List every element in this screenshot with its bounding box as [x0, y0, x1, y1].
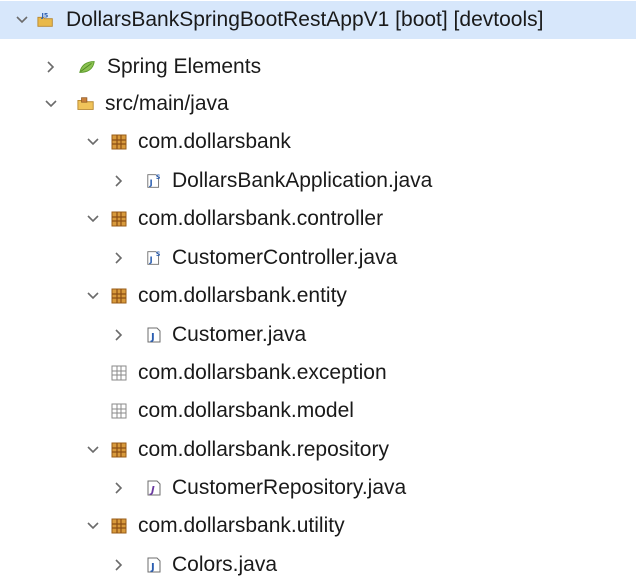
java-interface-file-icon: J: [146, 479, 164, 497]
tree-item-label: Spring Elements: [107, 55, 262, 78]
chevron-down-icon[interactable]: [86, 519, 100, 533]
tree-item-java-file[interactable]: J S DollarsBankApplication.java: [0, 162, 636, 200]
svg-text:J: J: [149, 178, 153, 188]
spring-boot-project-icon: J5: [37, 11, 55, 29]
chevron-down-icon[interactable]: [86, 443, 100, 457]
tree-item-package[interactable]: com.dollarsbank.repository: [0, 431, 636, 469]
java-file-icon: J: [146, 326, 164, 344]
tree-item-label: CustomerController.java: [172, 246, 398, 269]
package-icon: [110, 133, 128, 151]
empty-package-icon: [110, 364, 128, 382]
tree-item-label: com.dollarsbank.entity: [138, 284, 347, 307]
chevron-down-icon[interactable]: [86, 289, 100, 303]
tree-item-label: Colors.java: [172, 553, 278, 576]
tree-item-package[interactable]: com.dollarsbank: [0, 123, 636, 161]
java-file-icon: J: [146, 556, 164, 574]
chevron-right-icon[interactable]: [112, 558, 126, 572]
chevron-down-icon[interactable]: [44, 97, 58, 111]
tree-item-src-main-java[interactable]: src/main/java: [0, 85, 636, 123]
tree-item-label: com.dollarsbank.controller: [138, 207, 384, 230]
empty-package-icon: [110, 402, 128, 420]
chevron-down-icon[interactable]: [86, 212, 100, 226]
tree-item-label: com.dollarsbank.exception: [138, 361, 387, 384]
tree-item-package[interactable]: com.dollarsbank.controller: [0, 200, 636, 238]
chevron-down-icon[interactable]: [86, 135, 100, 149]
package-icon: [110, 210, 128, 228]
svg-text:J5: J5: [41, 12, 49, 19]
package-icon: [110, 287, 128, 305]
tree-item-java-file[interactable]: J S CustomerController.java: [0, 239, 636, 277]
tree-item-label: DollarsBankApplication.java: [172, 169, 433, 192]
tree-item-label: com.dollarsbank.repository: [138, 438, 389, 461]
tree-item-java-file[interactable]: J Colors.java: [0, 546, 636, 584]
svg-text:S: S: [156, 251, 161, 258]
source-folder-icon: [77, 95, 95, 113]
svg-text:J: J: [150, 332, 155, 343]
tree-item-label: DollarsBankSpringBootRestAppV1 [boot] [d…: [66, 8, 544, 31]
tree-item-java-file[interactable]: J CustomerRepository.java: [0, 469, 636, 507]
tree-item-label: CustomerRepository.java: [172, 476, 407, 499]
tree-item-package[interactable]: com.dollarsbank.exception: [0, 354, 636, 392]
spring-leaf-icon: [78, 58, 96, 76]
chevron-right-icon[interactable]: [112, 481, 126, 495]
tree-item-java-file[interactable]: J Customer.java: [0, 316, 636, 354]
svg-text:J: J: [149, 255, 153, 265]
package-icon: [110, 441, 128, 459]
chevron-right-icon[interactable]: [112, 174, 126, 188]
tree-item-label: Customer.java: [172, 323, 307, 346]
tree-item-package[interactable]: com.dollarsbank.entity: [0, 277, 636, 315]
tree-item-project[interactable]: J5 DollarsBankSpringBootRestAppV1 [boot]…: [0, 1, 636, 39]
package-icon: [110, 517, 128, 535]
tree-item-label: com.dollarsbank.utility: [138, 514, 345, 537]
tree-item-label: com.dollarsbank: [138, 130, 291, 153]
tree-item-package[interactable]: com.dollarsbank.model: [0, 392, 636, 430]
project-explorer-tree: J5 DollarsBankSpringBootRestAppV1 [boot]…: [0, 0, 636, 578]
chevron-down-icon[interactable]: [15, 13, 29, 27]
chevron-right-icon[interactable]: [44, 60, 58, 74]
tree-item-label: src/main/java: [105, 92, 229, 115]
chevron-right-icon[interactable]: [112, 328, 126, 342]
tree-item-spring-elements[interactable]: Spring Elements: [0, 48, 636, 86]
spring-java-file-icon: J S: [146, 249, 164, 267]
svg-text:J: J: [150, 562, 155, 573]
chevron-right-icon[interactable]: [112, 251, 126, 265]
spring-java-file-icon: J S: [146, 172, 164, 190]
tree-item-label: com.dollarsbank.model: [138, 399, 354, 422]
svg-text:S: S: [156, 174, 161, 181]
tree-item-package[interactable]: com.dollarsbank.utility: [0, 507, 636, 545]
